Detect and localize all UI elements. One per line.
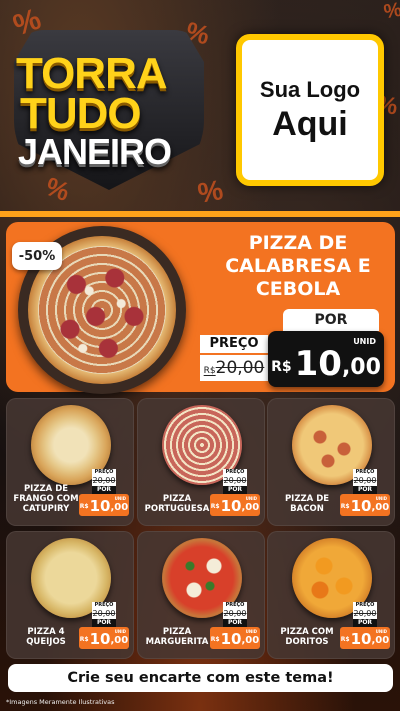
old-price: R$20,00 xyxy=(200,355,268,381)
currency: R$ xyxy=(79,636,89,643)
new-price: R$ 10,00 UNID xyxy=(210,627,260,649)
product-name: PIZZA PORTUGUESA xyxy=(144,494,210,514)
header-divider xyxy=(0,211,400,217)
unit-label: UNID xyxy=(114,629,126,634)
price-dec: ,00 xyxy=(110,635,129,646)
por-label: POR xyxy=(92,619,116,627)
product-card[interactable]: PIZZA PORTUGUESA PREÇO 20,00 POR R$ 10,00… xyxy=(137,398,265,526)
product-name: PIZZA COM DORITOS xyxy=(280,627,334,647)
new-price-currency: R$ xyxy=(271,359,292,375)
old-price: 20,00 xyxy=(92,476,116,486)
old-price: 20,00 xyxy=(223,609,247,619)
product-name: PIZZA 4 QUEIJOS xyxy=(26,627,66,647)
logo-line-1: Sua Logo xyxy=(259,76,361,102)
currency: R$ xyxy=(210,636,220,643)
unit-label: UNID xyxy=(375,496,387,501)
product-card[interactable]: PIZZA 4 QUEIJOS PREÇO 20,00 POR R$ 10,00 U… xyxy=(6,531,134,659)
por-label: POR xyxy=(353,486,377,494)
new-price: R$ 10,00 UNID xyxy=(340,627,390,649)
old-price: 20,00 xyxy=(353,609,377,619)
unit-label: UNID xyxy=(245,496,257,501)
price-tag: PREÇO 20,00 POR R$ 10,00 UNID xyxy=(340,469,390,516)
preco-label: PREÇO xyxy=(200,335,268,353)
old-price-value: 20,00 xyxy=(215,358,265,378)
product-card[interactable]: PIZZA DE FRANGO COM CATUPIRY PREÇO 20,00… xyxy=(6,398,134,526)
por-label: POR xyxy=(283,309,379,331)
percent-decor-icon: % xyxy=(382,0,400,24)
new-price: R$ 10,00 UNID xyxy=(340,494,390,516)
old-price-currency: R$ xyxy=(203,366,216,376)
product-name: PIZZA DE FRANGO COM CATUPIRY xyxy=(13,484,79,514)
old-price: 20,00 xyxy=(92,609,116,619)
product-card[interactable]: PIZZA DE BACON PREÇO 20,00 POR R$ 10,00 UN… xyxy=(267,398,395,526)
price-dec: ,00 xyxy=(110,502,129,513)
price-tag: PREÇO 20,00 POR R$ 10,00 UNID xyxy=(79,602,129,649)
title-line-2: TUDO xyxy=(20,89,142,138)
product-card[interactable]: PIZZA MARGUERITA PREÇO 20,00 POR R$ 10,00… xyxy=(137,531,265,659)
price-tag: PREÇO 20,00 POR R$ 10,00 UNID xyxy=(79,469,129,516)
price-tag: PREÇO 20,00 POR R$ 10,00 UNID xyxy=(340,602,390,649)
preco-label: PREÇO xyxy=(223,469,247,476)
currency: R$ xyxy=(340,503,350,510)
product-name: PIZZA MARGUERITA xyxy=(145,627,209,647)
preco-label: PREÇO xyxy=(353,469,377,476)
percent-decor-icon: % xyxy=(195,174,226,209)
preco-label: PREÇO xyxy=(92,602,116,609)
new-price-decimal: ,00 xyxy=(341,355,381,380)
logo-line-2: Aqui xyxy=(272,104,348,143)
unit-label: UNID xyxy=(375,629,387,634)
currency: R$ xyxy=(210,503,220,510)
discount-badge: -50% xyxy=(12,242,62,270)
new-price: R$ 10 ,00 UNID xyxy=(268,331,384,387)
unit-label: UNID xyxy=(114,496,126,501)
unit-label: UNID xyxy=(353,337,376,346)
title-line-3: JANEIRO xyxy=(18,131,172,172)
por-label: POR xyxy=(353,619,377,627)
featured-product-name: PIZZA DE CALABRESA E CEBOLA xyxy=(225,232,371,300)
price-dec: ,00 xyxy=(371,635,390,646)
old-price: 20,00 xyxy=(353,476,377,486)
preco-label: PREÇO xyxy=(353,602,377,609)
preco-label: PREÇO xyxy=(223,602,247,609)
price-dec: ,00 xyxy=(241,502,260,513)
price-int: 10 xyxy=(350,497,372,515)
logo-placeholder: Sua Logo Aqui xyxy=(236,34,384,186)
por-label: POR xyxy=(223,619,247,627)
new-price: R$ 10,00 UNID xyxy=(79,627,129,649)
product-name: PIZZA DE BACON xyxy=(284,494,330,514)
por-label: POR xyxy=(92,486,116,494)
old-price: 20,00 xyxy=(223,476,247,486)
cta-button[interactable]: Crie seu encarte com este tema! xyxy=(8,664,393,692)
price-dec: ,00 xyxy=(371,502,390,513)
price-dec: ,00 xyxy=(241,635,260,646)
price-int: 10 xyxy=(89,497,111,515)
new-price: R$ 10,00 UNID xyxy=(210,494,260,516)
price-int: 10 xyxy=(89,630,111,648)
por-label: POR xyxy=(223,486,247,494)
new-price: R$ 10,00 UNID xyxy=(79,494,129,516)
new-price-integer: 10 xyxy=(294,344,342,384)
price-tag: PREÇO 20,00 POR R$ 10,00 UNID xyxy=(210,602,260,649)
price-int: 10 xyxy=(350,630,372,648)
footer-note: *Imagens Meramente Ilustrativas xyxy=(6,698,115,706)
price-tag: PREÇO 20,00 POR R$ 10,00 UNID xyxy=(210,469,260,516)
preco-label: PREÇO xyxy=(92,469,116,476)
price-int: 10 xyxy=(220,497,242,515)
currency: R$ xyxy=(79,503,89,510)
price-int: 10 xyxy=(220,630,242,648)
unit-label: UNID xyxy=(245,629,257,634)
product-card[interactable]: PIZZA COM DORITOS PREÇO 20,00 POR R$ 10,0… xyxy=(267,531,395,659)
currency: R$ xyxy=(340,636,350,643)
